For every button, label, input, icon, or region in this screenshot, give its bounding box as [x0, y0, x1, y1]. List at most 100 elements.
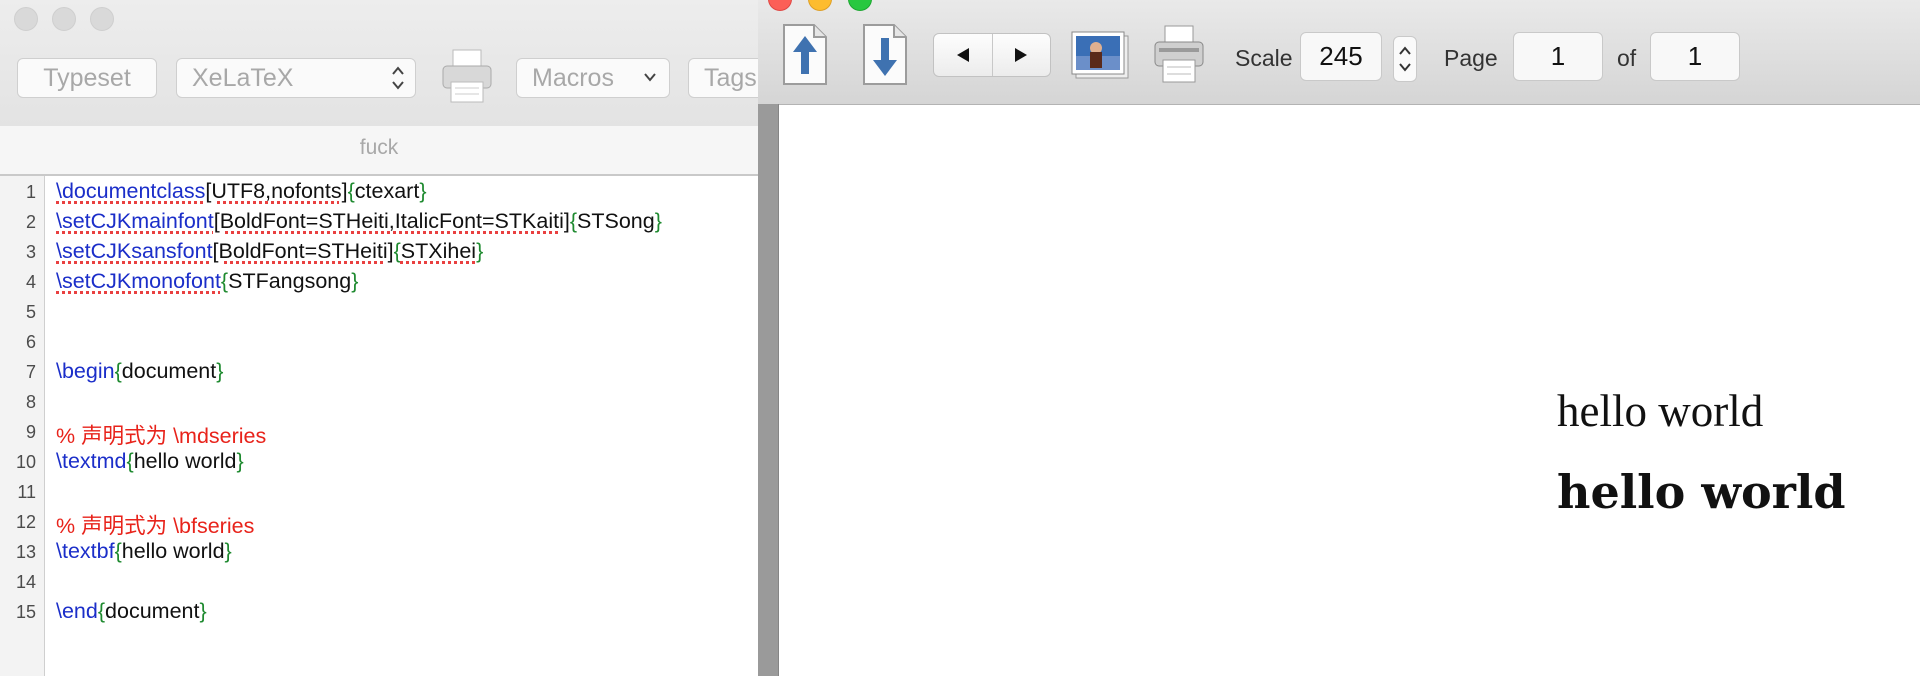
engine-select-value: XeLaTeX — [192, 64, 294, 92]
rendered-text-bold: hello world — [1557, 465, 1846, 519]
latex-brace: { — [393, 239, 401, 263]
triangle-right-icon — [1015, 48, 1028, 62]
line-number: 1 — [25, 182, 36, 202]
latex-argument: STFangsong — [228, 269, 352, 293]
code-line: \setCJKsansfont[BoldFont=STHeiti]{STXihe… — [56, 239, 483, 264]
of-label: of — [1617, 45, 1637, 71]
latex-brace: { — [126, 449, 134, 473]
latex-brace: } — [351, 269, 359, 293]
line-number: 8 — [25, 392, 36, 412]
close-window-button[interactable] — [14, 7, 38, 31]
close-window-button[interactable] — [768, 0, 792, 11]
typeset-button[interactable]: Typeset — [17, 58, 157, 98]
minimize-window-button[interactable] — [808, 0, 832, 11]
go-to-source-up-icon[interactable] — [780, 22, 830, 88]
preview-window: Scale 245 Page 1 of 1 hello world hello … — [758, 0, 1920, 676]
latex-brace: { — [347, 179, 355, 203]
code-line: \end{document} — [56, 599, 207, 624]
latex-argument: hello world — [121, 539, 225, 563]
code-line: \begin{document} — [56, 359, 223, 384]
macros-menu[interactable]: Macros — [516, 58, 670, 98]
chevron-down-icon — [644, 73, 656, 82]
latex-brace: { — [569, 209, 578, 233]
line-number: 4 — [25, 272, 36, 292]
page-total: 1 — [1650, 32, 1740, 81]
latex-command: \documentclass — [56, 179, 206, 203]
latex-argument: document — [105, 599, 200, 623]
scale-stepper[interactable] — [1393, 36, 1417, 82]
next-page-button[interactable] — [991, 34, 1051, 76]
latex-command: \setCJKsansfont — [56, 239, 213, 263]
latex-argument: hello world — [133, 449, 237, 473]
line-number-gutter: 1 2 3 4 5 6 7 8 9 10 11 12 13 14 15 — [0, 176, 45, 676]
latex-option: [BoldFont=STHeiti] — [212, 239, 394, 263]
latex-brace: } — [476, 239, 484, 263]
code-line: \setCJKmainfont[BoldFont=STHeiti,ItalicF… — [56, 209, 662, 234]
minimize-window-button[interactable] — [52, 7, 76, 31]
page-navigation — [933, 33, 1051, 77]
latex-command: \textbf — [56, 539, 115, 563]
latex-brace: } — [236, 449, 244, 473]
line-number: 13 — [15, 542, 36, 562]
editor-window: Typeset XeLaTeX Macros Tags fuck 1 2 3 4… — [0, 0, 758, 676]
latex-brace: { — [114, 539, 122, 563]
latex-command: \end — [56, 599, 98, 623]
up-down-chevron-icon — [392, 66, 404, 90]
latex-brace: } — [224, 539, 232, 563]
line-number: 5 — [25, 302, 36, 322]
line-number: 3 — [25, 242, 36, 262]
printer-icon[interactable] — [1151, 22, 1207, 86]
tags-label: Tags — [704, 64, 757, 92]
latex-brace: } — [199, 599, 207, 623]
line-number: 15 — [15, 602, 36, 622]
code-line: \textmd{hello world} — [56, 449, 244, 474]
zoom-window-button[interactable] — [90, 7, 114, 31]
editor-window-controls — [14, 7, 114, 31]
pdf-page[interactable]: hello world hello world — [779, 105, 1920, 676]
engine-select[interactable]: XeLaTeX — [176, 58, 416, 98]
line-number: 14 — [15, 572, 36, 592]
tags-menu[interactable]: Tags — [688, 58, 758, 98]
code-comment: % 声明式为 \mdseries — [56, 424, 267, 448]
up-down-chevron-icon — [1399, 46, 1411, 72]
latex-argument: ctexart — [354, 179, 420, 203]
document-title: fuck — [359, 136, 399, 159]
preview-toolbar: Scale 245 Page 1 of 1 — [758, 0, 1920, 105]
zoom-window-button[interactable] — [848, 0, 872, 11]
triangle-left-icon — [956, 48, 969, 62]
code-line: \setCJKmonofont{STFangsong} — [56, 269, 358, 294]
page-input[interactable]: 1 — [1513, 32, 1603, 81]
latex-command: \setCJKmonofont — [56, 269, 221, 293]
editor-toolbar: Typeset XeLaTeX Macros Tags fuck — [0, 0, 758, 159]
latex-argument: document — [121, 359, 217, 383]
line-number: 7 — [25, 362, 36, 382]
photo-icon[interactable] — [1070, 30, 1130, 82]
latex-argument: STSong — [577, 209, 655, 233]
previous-page-button[interactable] — [934, 34, 992, 76]
code-comment: % 声明式为 \bfseries — [56, 514, 255, 538]
latex-command: \begin — [56, 359, 115, 383]
scale-input[interactable]: 245 — [1300, 32, 1382, 81]
latex-argument: STXihei — [400, 239, 477, 263]
code-line: \textbf{hello world} — [56, 539, 232, 564]
page-label: Page — [1444, 45, 1498, 71]
macros-label: Macros — [532, 64, 614, 92]
preview-sidebar-divider[interactable] — [758, 104, 779, 676]
latex-option: [UTF8,nofonts] — [205, 179, 348, 203]
preview-window-controls — [768, 0, 872, 11]
rendered-text-medium: hello world — [1557, 386, 1764, 436]
latex-option: [BoldFont=STHeiti,ItalicFont=STKaiti] — [213, 209, 570, 233]
latex-command: \setCJKmainfont — [56, 209, 214, 233]
latex-brace: } — [216, 359, 224, 383]
latex-brace: { — [97, 599, 106, 623]
latex-brace: { — [114, 359, 122, 383]
go-to-source-down-icon[interactable] — [860, 22, 910, 88]
code-line: \documentclass[UTF8,nofonts]{ctexart} — [56, 179, 427, 204]
printer-icon[interactable] — [439, 46, 495, 106]
source-editor[interactable]: 1 2 3 4 5 6 7 8 9 10 11 12 13 14 15 \doc… — [0, 174, 758, 676]
line-number: 11 — [17, 482, 36, 502]
line-number: 2 — [25, 212, 36, 232]
latex-command: \textmd — [56, 449, 127, 473]
line-number: 10 — [15, 452, 36, 472]
latex-brace: } — [654, 209, 662, 233]
